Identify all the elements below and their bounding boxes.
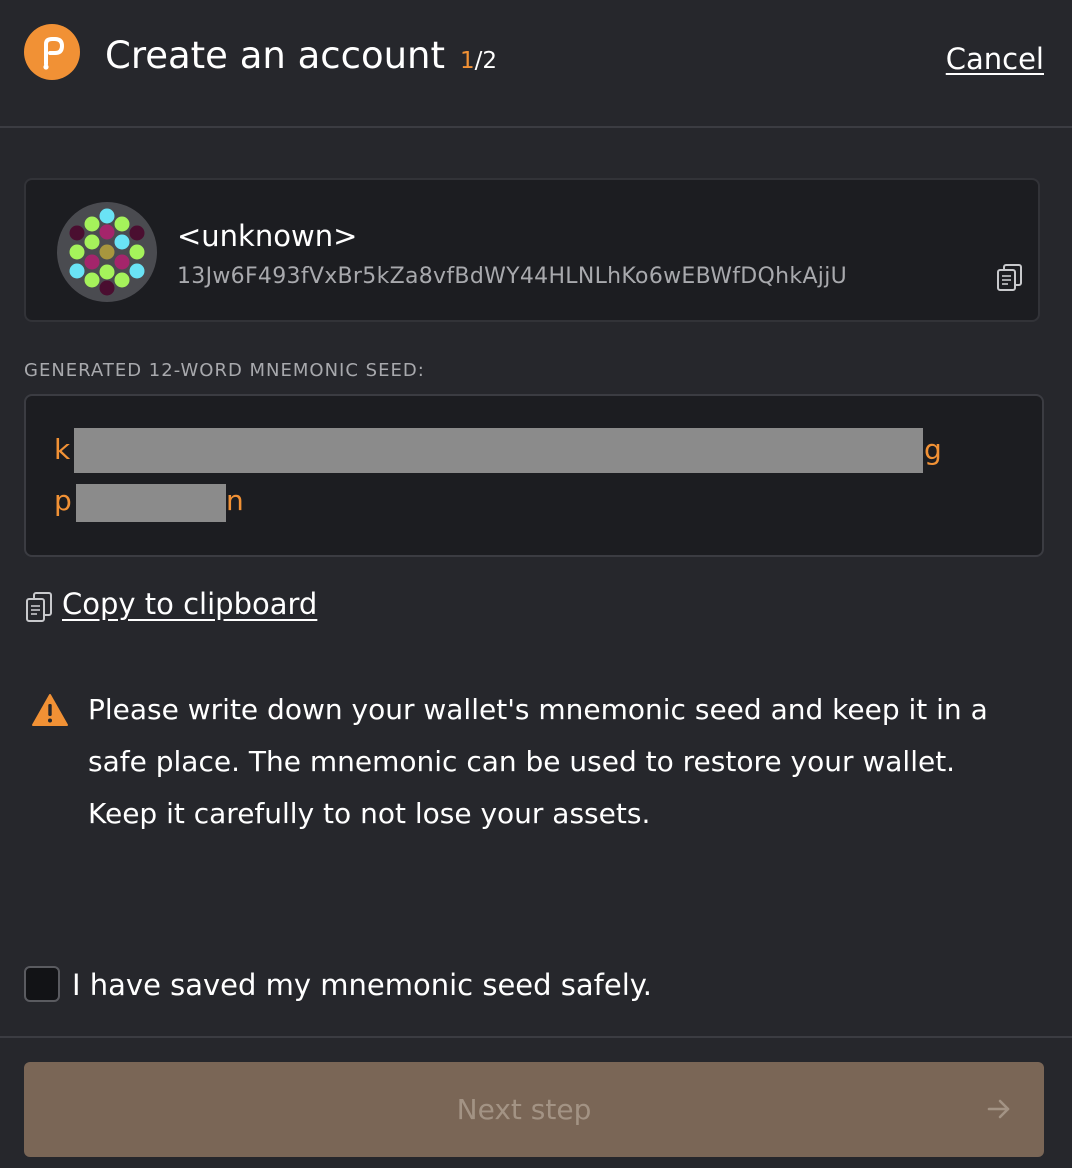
copy-icon[interactable]	[995, 262, 1025, 292]
seed-line2-end: n	[226, 484, 244, 517]
next-step-button[interactable]: Next step	[24, 1062, 1044, 1157]
seed-redaction-2	[76, 484, 226, 522]
identicon-avatar	[57, 202, 157, 302]
step-current: 1	[460, 48, 475, 74]
warning-text: Please write down your wallet's mnemonic…	[88, 693, 988, 830]
mnemonic-seed-box: k g p n	[24, 394, 1044, 557]
account-address: 13Jw6F493fVxBr5kZa8vfBdWY44HLNLhKo6wEBWf…	[177, 264, 848, 289]
footer-divider	[0, 1036, 1072, 1038]
seed-line1-end: g	[924, 433, 942, 466]
step-total: /2	[474, 48, 498, 74]
header-divider	[0, 126, 1072, 128]
polkadot-logo-icon	[24, 24, 80, 80]
seed-line1-start: k	[54, 433, 71, 466]
saved-seed-checkbox[interactable]	[24, 966, 60, 1002]
create-account-page: Create an account 1/2 Cancel <unknown> 1…	[0, 0, 1072, 1168]
warning-icon	[31, 693, 69, 727]
arrow-right-icon	[987, 1099, 1010, 1119]
page-title: Create an account	[105, 34, 445, 77]
copy-icon	[26, 592, 52, 622]
seed-line2-start: p	[54, 484, 72, 517]
seed-redaction-1	[74, 428, 923, 473]
cancel-link[interactable]: Cancel	[946, 40, 1044, 78]
header: Create an account 1/2 Cancel	[0, 0, 1072, 127]
seed-label: GENERATED 12-WORD MNEMONIC SEED:	[24, 360, 425, 381]
copy-to-clipboard-label[interactable]: Copy to clipboard	[62, 585, 317, 623]
step-indicator: 1/2	[460, 46, 497, 76]
account-card: <unknown> 13Jw6F493fVxBr5kZa8vfBdWY44HLN…	[24, 178, 1040, 322]
account-name: <unknown>	[177, 219, 358, 253]
saved-seed-checkbox-label[interactable]: I have saved my mnemonic seed safely.	[72, 965, 652, 1005]
next-step-label: Next step	[456, 1093, 592, 1126]
